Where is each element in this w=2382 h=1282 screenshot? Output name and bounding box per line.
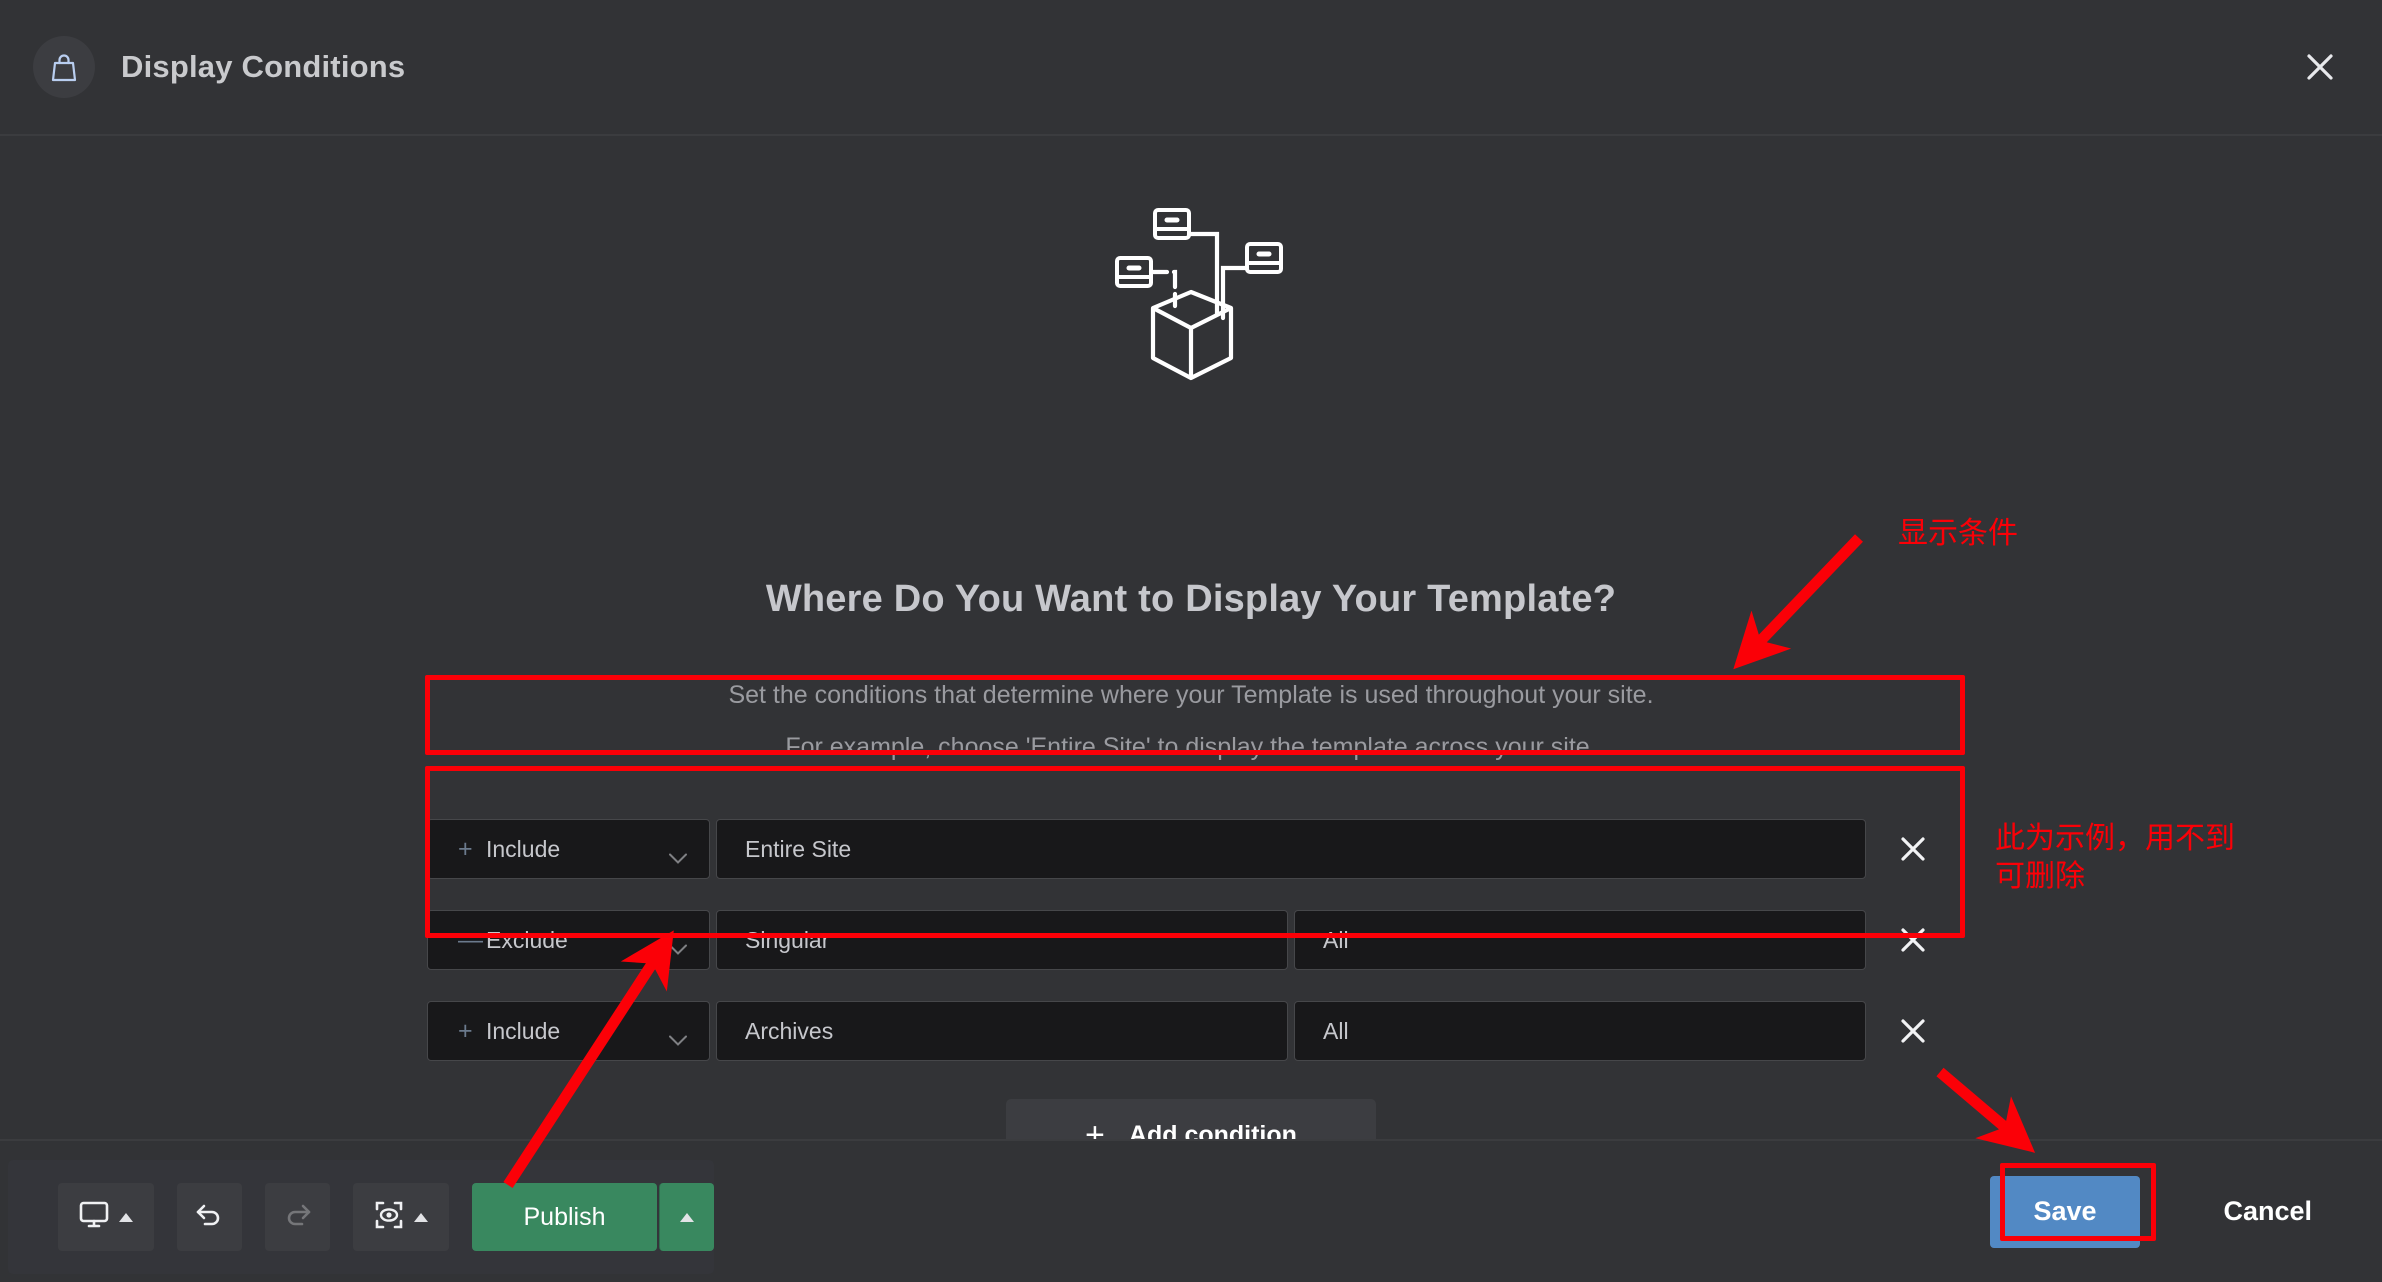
annotation-arrows [503,534,2036,1189]
display-conditions-modal: Display Conditions Where Do You Want to … [0,0,2382,1282]
